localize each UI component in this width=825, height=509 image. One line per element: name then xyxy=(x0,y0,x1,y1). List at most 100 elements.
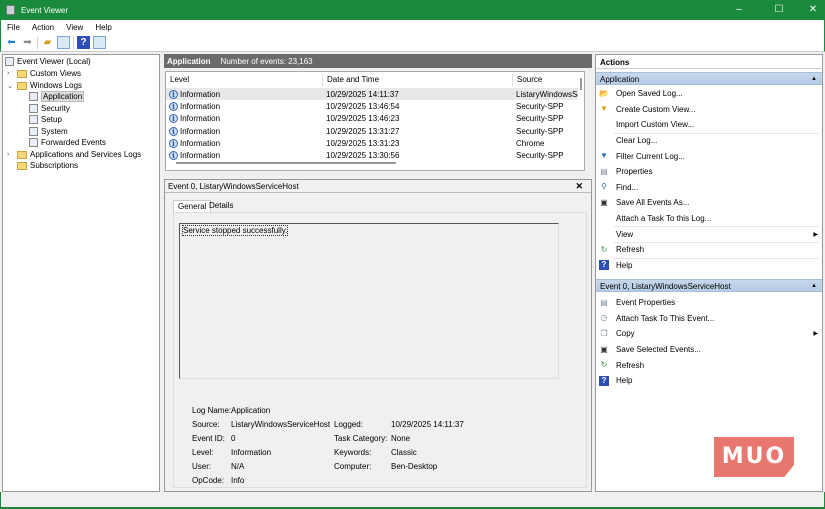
tree-root[interactable]: Event Viewer (Local) xyxy=(5,56,91,67)
column-date-time[interactable]: Date and Time xyxy=(323,74,513,86)
action-help[interactable]: ? Help xyxy=(596,258,822,274)
task-category-label: Task Category: xyxy=(334,434,388,443)
status-bar xyxy=(0,492,825,509)
tree-custom-views[interactable]: › Custom Views xyxy=(7,68,81,79)
level-cell: i Information xyxy=(169,101,220,111)
tree-system[interactable]: System xyxy=(29,126,68,137)
tree-forwarded-events[interactable]: Forwarded Events xyxy=(29,137,106,148)
vertical-scrollbar[interactable] xyxy=(580,78,582,90)
menu-view[interactable]: View xyxy=(60,23,89,32)
chevron-right-icon[interactable]: › xyxy=(7,151,15,158)
event-row[interactable]: i Information 10/29/2025 13:31:23 Chrome xyxy=(166,137,578,149)
action-refresh[interactable]: ↻ Refresh xyxy=(596,357,822,373)
computer-label: Computer: xyxy=(334,462,372,471)
tree-windows-logs[interactable]: ⌄ Windows Logs xyxy=(7,80,82,91)
save-icon: ▣ xyxy=(600,344,608,354)
menu-action[interactable]: Action xyxy=(26,23,60,32)
event-detail-pane: Event 0, ListaryWindowsServiceHost ✕ Gen… xyxy=(164,179,592,492)
action-clear-log[interactable]: Clear Log... xyxy=(596,133,822,149)
information-icon: i xyxy=(169,114,178,124)
subscriptions-icon xyxy=(17,161,27,170)
event-row[interactable]: i Information 10/29/2025 13:30:56 Security-… xyxy=(166,150,578,162)
horizontal-scrollbar[interactable] xyxy=(176,162,396,164)
refresh-icon: ↻ xyxy=(600,244,608,254)
tree-application[interactable]: Application xyxy=(29,91,85,102)
action-find[interactable]: ⚲ Find... xyxy=(596,180,822,196)
chevron-down-icon[interactable]: ⌄ xyxy=(7,82,15,90)
action-save-all-events-as[interactable]: ▣ Save All Events As... xyxy=(596,195,822,211)
level-cell: i Information xyxy=(169,151,220,161)
actions-pane: Actions Application ▲ 📂 Open Saved Log... ▼… xyxy=(595,54,823,492)
submenu-arrow-icon: ▶ xyxy=(813,331,818,338)
column-level[interactable]: Level xyxy=(166,74,323,86)
close-detail-icon[interactable]: ✕ xyxy=(575,180,583,193)
back-arrow-icon[interactable]: ⬅ xyxy=(5,36,18,49)
keywords-label: Keywords: xyxy=(334,448,372,457)
event-row[interactable]: i Information 10/29/2025 13:31:27 Security-… xyxy=(166,125,578,137)
event-row[interactable]: i Information 10/29/2025 13:46:54 Security-… xyxy=(166,100,578,112)
keywords-value: Classic xyxy=(391,448,417,457)
action-copy[interactable]: ❐ Copy ▶ xyxy=(596,326,822,342)
action-filter-current-log[interactable]: ▼ Filter Current Log... xyxy=(596,148,822,164)
event-viewer-icon xyxy=(6,5,15,15)
date-time-cell: 10/29/2025 13:46:23 xyxy=(326,114,400,124)
action-refresh[interactable]: ↻ Refresh xyxy=(596,242,822,258)
action-create-custom-view[interactable]: ▼ Create Custom View... xyxy=(596,102,822,118)
close-button[interactable]: ✕ xyxy=(796,0,825,20)
section-application[interactable]: Application ▲ xyxy=(596,72,822,85)
action-save-selected-events[interactable]: ▣ Save Selected Events... xyxy=(596,342,822,358)
source-value: ListaryWindowsServiceHost xyxy=(231,420,331,429)
action-attach-a-task-to-this-log[interactable]: Attach a Task To this Log... xyxy=(596,211,822,227)
title-bar: Event Viewer – ☐ ✕ xyxy=(0,0,825,20)
minimize-button[interactable]: – xyxy=(722,0,756,20)
help-icon: ? xyxy=(599,260,609,271)
up-folder-icon[interactable]: ▰ xyxy=(41,36,54,49)
action-event-properties[interactable]: ▤ Event Properties xyxy=(596,295,822,311)
tab-details[interactable]: Details xyxy=(205,200,237,212)
properties-icon: ▤ xyxy=(600,297,608,307)
folder-icon xyxy=(17,81,27,90)
event-count: Number of events: 23,163 xyxy=(220,56,313,66)
section-event[interactable]: Event 0, ListaryWindowsServiceHost ▲ xyxy=(596,279,822,292)
forward-arrow-icon[interactable]: ➡ xyxy=(21,36,34,49)
action-attach-task-to-this-event[interactable]: ◷ Attach Task To This Event... xyxy=(596,311,822,327)
action-import-custom-view[interactable]: Import Custom View... xyxy=(596,117,822,133)
log-icon xyxy=(29,138,38,147)
event-row[interactable]: i Information 10/29/2025 13:46:23 Security-… xyxy=(166,113,578,125)
action-help[interactable]: ? Help xyxy=(596,373,822,389)
computer-value: Ben-Desktop xyxy=(391,462,438,471)
log-icon xyxy=(29,115,38,124)
event-detail-title: Event 0, ListaryWindowsServiceHost xyxy=(165,180,591,193)
help-icon[interactable]: ? xyxy=(77,36,90,49)
action-open-saved-log[interactable]: 📂 Open Saved Log... xyxy=(596,86,822,102)
show-hide-action-pane-icon[interactable] xyxy=(93,36,106,49)
collapse-icon[interactable]: ▲ xyxy=(811,280,817,293)
user-value: N/A xyxy=(231,462,245,471)
menu-help[interactable]: Help xyxy=(89,23,117,32)
action-view[interactable]: View ▶ xyxy=(596,226,822,242)
maximize-button[interactable]: ☐ xyxy=(762,0,796,20)
event-message[interactable]: Service stopped successfully. xyxy=(179,223,559,379)
opcode-value: Info xyxy=(231,476,245,485)
attach-task-icon: ◷ xyxy=(600,313,608,323)
tree-setup[interactable]: Setup xyxy=(29,114,62,125)
tree-security[interactable]: Security xyxy=(29,103,70,114)
actions-title: Actions xyxy=(596,56,822,69)
collapse-icon[interactable]: ▲ xyxy=(811,73,817,86)
date-time-cell: 10/29/2025 13:31:27 xyxy=(326,126,400,136)
save-icon: ▣ xyxy=(600,197,608,207)
action-properties[interactable]: ▤ Properties xyxy=(596,164,822,180)
toolbar-separator xyxy=(73,36,74,49)
opcode-label: OpCode: xyxy=(192,476,225,485)
chevron-right-icon[interactable]: › xyxy=(7,70,15,77)
navigation-tree: Event Viewer (Local) › Custom Views ⌄ Wind… xyxy=(2,54,160,492)
log-name-value: Application xyxy=(231,406,271,415)
column-source[interactable]: Source xyxy=(513,74,579,86)
event-row[interactable]: i Information 10/29/2025 14:11:37 ListaryWi… xyxy=(166,88,578,101)
date-time-cell: 10/29/2025 13:30:56 xyxy=(326,151,400,161)
menu-file[interactable]: File xyxy=(1,23,26,32)
information-icon: i xyxy=(169,126,178,136)
show-hide-tree-icon[interactable] xyxy=(57,36,70,49)
tree-app-services-logs[interactable]: › Applications and Services Logs xyxy=(7,149,141,160)
tree-subscriptions[interactable]: Subscriptions xyxy=(17,160,78,171)
